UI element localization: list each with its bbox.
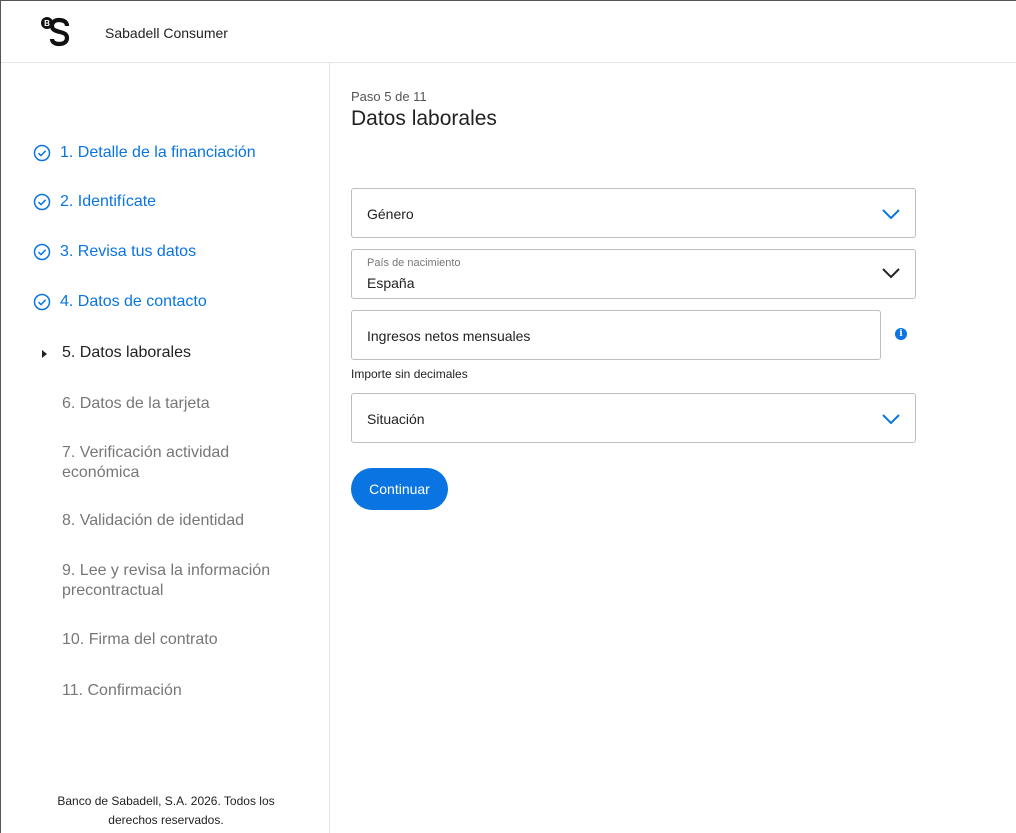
copyright-footer: Banco de Sabadell, S.A. 2026. Todos los … [57, 794, 275, 827]
sidebar-step-label: 11. Confirmación [62, 682, 182, 699]
sidebar-step-4[interactable]: 4. Datos de contacto [1, 292, 330, 312]
check-circle-icon [33, 144, 51, 162]
sidebar-step-9: 9. Lee y revisa la información precontra… [1, 561, 330, 601]
gender-select[interactable]: Género [351, 188, 916, 238]
page-title: Datos laborales [351, 107, 497, 130]
income-hint: Importe sin decimales [351, 367, 468, 381]
sidebar-step-2[interactable]: 2. Identifícate [1, 192, 330, 212]
birth-country-select[interactable]: País de nacimiento España [351, 249, 916, 299]
check-circle-icon [33, 293, 51, 311]
situation-placeholder: Situación [367, 411, 425, 427]
sidebar-step-label: 2. Identifícate [60, 193, 157, 210]
check-circle-icon [33, 193, 51, 211]
sidebar-step-3[interactable]: 3. Revisa tus datos [1, 242, 330, 262]
sidebar-step-label: 6. Datos de la tarjeta [62, 395, 210, 412]
birth-country-value: España [367, 275, 415, 291]
birth-country-label: País de nacimiento [367, 257, 461, 269]
sidebar-step-11: 11. Confirmación [1, 681, 330, 701]
sidebar-step-label: 4. Datos de contacto [60, 293, 207, 310]
sidebar-step-label: 7. Verificación actividad económica [62, 444, 230, 481]
sidebar-step-label: 3. Revisa tus datos [60, 243, 197, 260]
chevron-down-icon [882, 414, 900, 425]
check-circle-icon [33, 243, 51, 261]
sabadell-logo-icon: B [41, 17, 70, 47]
sidebar-step-7: 7. Verificación actividad económica [1, 443, 330, 483]
chevron-down-icon [882, 268, 900, 279]
svg-text:B: B [44, 19, 50, 28]
sidebar-step-10: 10. Firma del contrato [1, 630, 330, 650]
triangle-right-icon [42, 350, 47, 358]
continue-button[interactable]: Continuar [351, 468, 448, 510]
main-content: Paso 5 de 11 Datos laborales Género País… [351, 63, 1016, 833]
situation-select[interactable]: Situación [351, 393, 916, 443]
top-header: B Sabadell Consumer [1, 1, 1016, 63]
sidebar-step-label: 8. Validación de identidad [62, 512, 245, 529]
income-placeholder: Ingresos netos mensuales [367, 328, 531, 344]
sidebar-step-label: 9. Lee y revisa la información precontra… [62, 562, 271, 599]
sidebar-step-label: 1. Detalle de la financiación [60, 144, 256, 161]
sidebar-step-1[interactable]: 1. Detalle de la financiación [1, 143, 330, 163]
brand-name: Sabadell Consumer [105, 25, 228, 41]
step-sidebar: 1. Detalle de la financiación 2. Identif… [1, 63, 330, 833]
sidebar-step-label: 5. Datos laborales [62, 344, 191, 361]
sidebar-step-8: 8. Validación de identidad [1, 511, 330, 531]
info-icon[interactable]: i [895, 328, 907, 340]
app-window: B Sabadell Consumer 1. Detalle de la fin… [0, 0, 1016, 833]
income-input[interactable]: Ingresos netos mensuales [351, 310, 881, 360]
chevron-down-icon [882, 209, 900, 220]
gender-placeholder: Género [367, 206, 414, 222]
sidebar-step-label: 10. Firma del contrato [62, 631, 218, 648]
sidebar-step-5: 5. Datos laborales [1, 343, 330, 363]
step-counter: Paso 5 de 11 [351, 89, 427, 104]
sidebar-step-6: 6. Datos de la tarjeta [1, 394, 330, 414]
